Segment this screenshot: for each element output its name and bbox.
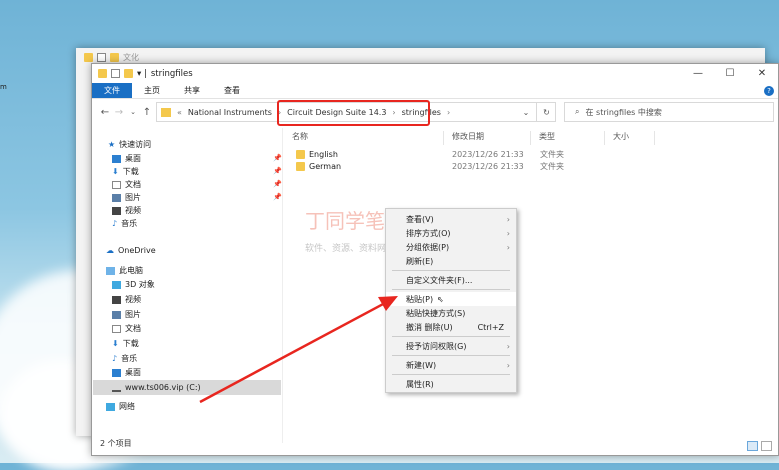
annotation-arrow bbox=[199, 296, 398, 404]
